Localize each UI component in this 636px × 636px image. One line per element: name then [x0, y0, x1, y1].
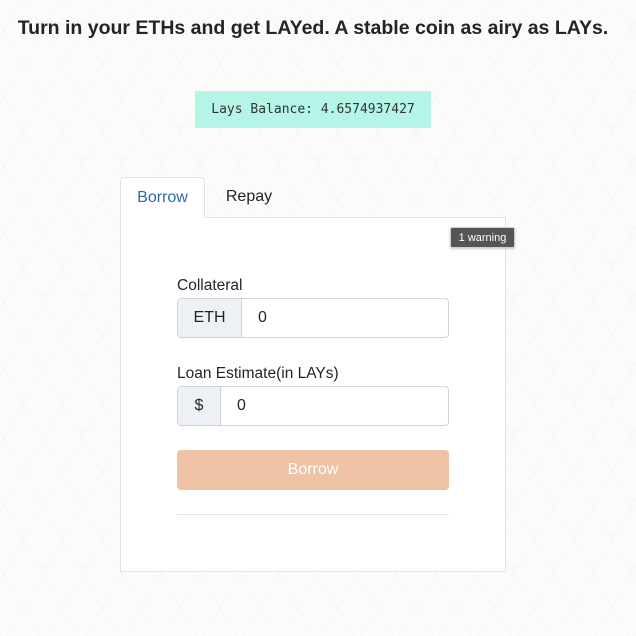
tab-repay[interactable]: Repay: [205, 177, 293, 217]
collateral-label: Collateral: [177, 277, 243, 294]
loan-estimate-input-group: $: [177, 386, 449, 426]
page-title: Turn in your ETHs and get LAYed. A stabl…: [17, 17, 609, 39]
balance-text: Lays Balance: 4.6574937427: [211, 102, 415, 117]
loan-estimate-label: Loan Estimate(in LAYs): [177, 365, 339, 382]
collateral-input[interactable]: [242, 299, 448, 337]
borrow-button[interactable]: Borrow: [177, 450, 449, 490]
collateral-input-group: ETH: [177, 298, 449, 338]
dollar-addon: $: [178, 387, 221, 425]
tab-bar: Borrow Repay: [120, 177, 293, 218]
warning-badge[interactable]: 1 warning: [450, 227, 515, 248]
loan-estimate-input[interactable]: [221, 387, 448, 425]
collateral-currency-addon: ETH: [178, 299, 242, 337]
form-divider: [177, 514, 449, 515]
tab-borrow[interactable]: Borrow: [120, 177, 205, 218]
balance-display: Lays Balance: 4.6574937427: [195, 91, 431, 128]
